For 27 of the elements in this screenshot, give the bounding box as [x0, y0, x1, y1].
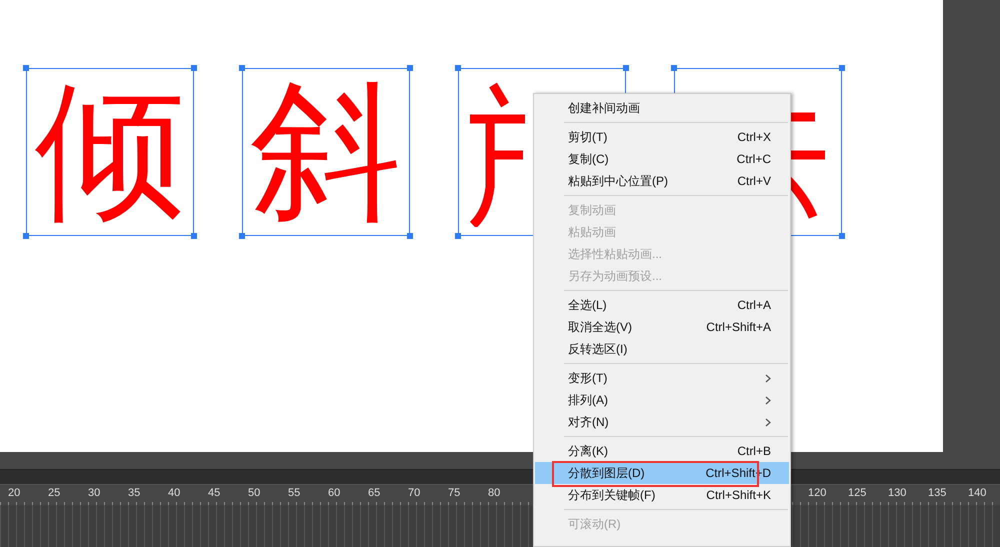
frame-number: 55 — [288, 487, 300, 500]
shortcut-label: Ctrl+Shift+A — [706, 319, 771, 336]
frame-number: 45 — [208, 487, 220, 500]
frame-number: 50 — [248, 487, 260, 500]
frame-number: 130 — [888, 487, 906, 500]
frame-number: 75 — [448, 487, 460, 500]
shortcut-label: Ctrl+B — [737, 443, 771, 460]
frame-number: 35 — [128, 487, 140, 500]
stage-character: 斜 — [251, 77, 401, 227]
shortcut-label: Ctrl+A — [737, 297, 771, 314]
frame-number: 30 — [88, 487, 100, 500]
shortcut-label: Ctrl+V — [737, 173, 771, 190]
shortcut-label: Ctrl+C — [736, 151, 771, 168]
stage-character: 倾 — [35, 77, 185, 227]
frame-number: 60 — [328, 487, 340, 500]
frame-number: 20 — [8, 487, 20, 500]
frame-number: 140 — [968, 487, 986, 500]
frame-number: 125 — [848, 487, 866, 500]
frame-number: 40 — [168, 487, 180, 500]
frame-number: 25 — [48, 487, 60, 500]
frame-number: 80 — [488, 487, 500, 500]
frame-number: 120 — [808, 487, 826, 500]
shortcut-label: Ctrl+Shift+K — [706, 487, 771, 504]
frame-number: 70 — [408, 487, 420, 500]
frame-number: 65 — [368, 487, 380, 500]
shortcut-label: Ctrl+X — [737, 129, 771, 146]
frame-number: 135 — [928, 487, 946, 500]
